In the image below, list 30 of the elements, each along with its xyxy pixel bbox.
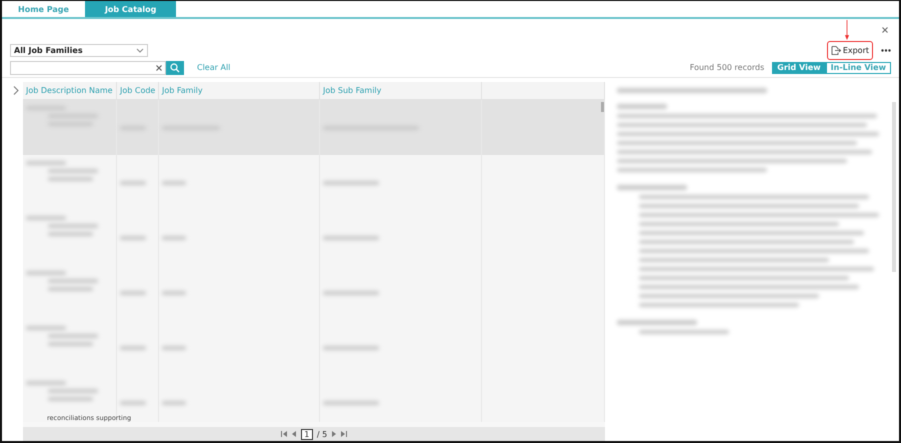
page-number-field[interactable]: 1 (300, 428, 313, 440)
page-total: / 5 (316, 430, 328, 438)
view-toggle[interactable]: Grid View (772, 62, 826, 74)
chevron-down-icon (136, 48, 144, 52)
next-page-icon[interactable] (331, 431, 338, 437)
first-page-icon[interactable] (280, 431, 287, 437)
column-header[interactable]: Job Family (159, 82, 320, 99)
close-icon[interactable] (882, 27, 888, 33)
column-header[interactable]: Job Description Name (23, 82, 117, 99)
clear-icon[interactable] (156, 64, 162, 70)
column-header[interactable]: Job Code (117, 82, 159, 99)
blurred-text (617, 104, 667, 109)
export-icon (830, 46, 841, 54)
pointer-arrow (844, 20, 849, 40)
search-field[interactable] (10, 60, 166, 74)
records-count: Found 500 records (690, 63, 764, 72)
tab[interactable]: Job Catalog (84, 1, 176, 17)
clear-all-link[interactable]: Clear All (197, 63, 230, 72)
blurred-text (617, 185, 687, 190)
more-options-icon[interactable] (881, 48, 891, 52)
export-button[interactable]: Export (826, 40, 873, 60)
search-icon (170, 62, 180, 72)
job-family-dropdown[interactable]: All Job Families (10, 44, 148, 56)
view-toggle[interactable]: In-Line View (826, 62, 891, 74)
scrollbar[interactable] (601, 102, 604, 112)
chevron-right-icon[interactable] (12, 86, 18, 95)
last-page-icon[interactable] (341, 431, 348, 437)
column-header[interactable]: Job Sub Family (320, 82, 482, 99)
scrollbar[interactable] (892, 102, 896, 272)
previous-page-icon[interactable] (290, 431, 297, 437)
